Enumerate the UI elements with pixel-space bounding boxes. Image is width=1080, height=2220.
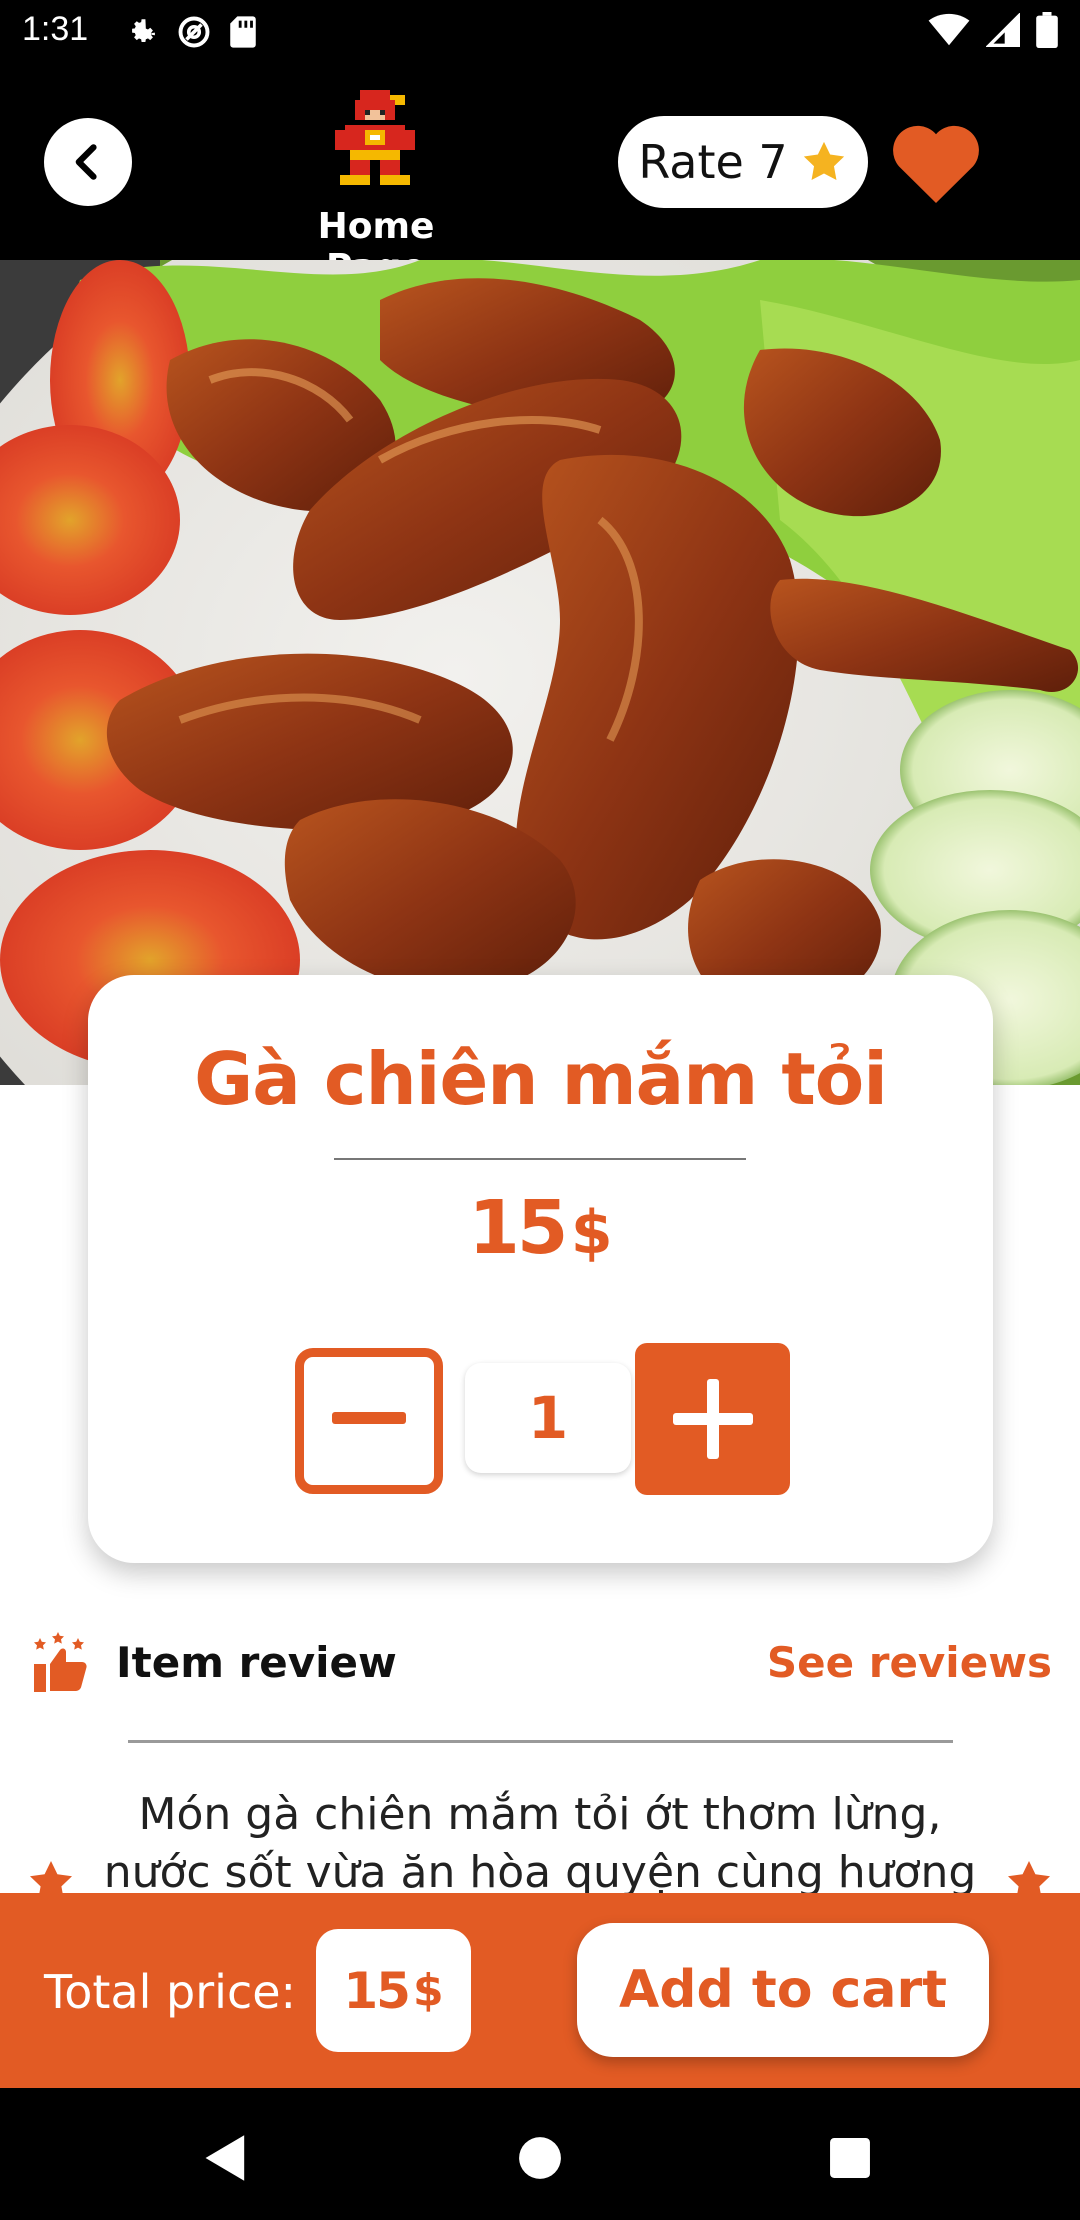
status-icons-right [928,12,1058,48]
increase-quantity-button[interactable] [635,1343,790,1495]
add-to-cart-button[interactable]: Add to cart [577,1923,989,2057]
back-button[interactable] [44,118,132,206]
total-price-value: 15 [343,1961,411,2020]
dish-description: Món gà chiên mắm tỏi ớt thơm lừng, nước … [103,1789,977,1898]
nav-home-icon [519,2137,561,2179]
dish-price: 15 $ [88,1185,993,1271]
battery-icon [1036,12,1058,48]
system-nav-bar [0,2088,1080,2220]
favorite-heart-button[interactable] [888,116,984,206]
dish-image [0,260,1080,1085]
nav-recents-icon [830,2138,870,2178]
status-time: 1:31 [22,10,89,48]
product-card: Gà chiên mắm tỏi 15 $ 1 [88,975,993,1563]
status-bar: 1:31 [0,0,1080,66]
checkout-bar: Total price: 15 $ Add to cart [0,1893,1080,2088]
total-price-box: 15 $ [316,1929,471,2052]
gear-icon [132,19,155,43]
card-divider [334,1158,746,1160]
nav-back-icon [205,2135,245,2181]
at-sign-icon [178,16,210,48]
dish-name: Gà chiên mắm tỏi [194,1037,888,1121]
dish-price-value: 15 [468,1185,568,1271]
quantity-value: 1 [465,1363,631,1473]
rate-badge[interactable]: Rate 7 [618,116,868,208]
chevron-left-icon [75,144,97,180]
total-price-label: Total price: [44,1965,297,2019]
status-icons-left [126,14,258,50]
see-reviews-link[interactable]: See reviews [767,1638,1052,1687]
top-app-bar: Home Page Rate 7 [0,66,1080,288]
total-price-currency: $ [412,1965,444,2016]
sd-card-icon [230,16,256,48]
nav-back-button[interactable] [196,2128,256,2188]
nav-home-button[interactable] [510,2128,570,2188]
quantity-stepper: 1 [295,1343,795,1495]
review-divider [128,1740,953,1743]
review-title: Item review [116,1638,397,1687]
wifi-icon [928,13,970,46]
app-logo [335,90,415,185]
signal-icon [986,13,1020,47]
decrease-quantity-button[interactable] [295,1348,443,1494]
rate-label: Rate 7 [638,135,788,189]
nav-recents-button[interactable] [820,2128,880,2188]
thumbs-up-stars-icon [34,1632,87,1692]
star-icon [803,141,844,181]
dish-price-currency: $ [570,1198,613,1268]
